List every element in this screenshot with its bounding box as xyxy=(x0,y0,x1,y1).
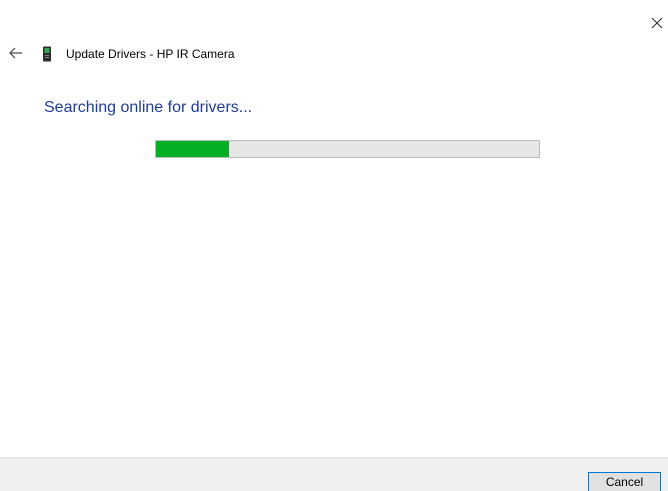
footer-bar: Cancel xyxy=(0,457,668,491)
window-title: Update Drivers - HP IR Camera xyxy=(66,47,235,61)
back-arrow-icon xyxy=(9,47,22,59)
camera-device-icon xyxy=(43,46,51,62)
back-button[interactable] xyxy=(8,45,24,61)
status-heading: Searching online for drivers... xyxy=(44,99,253,116)
cancel-button[interactable]: Cancel xyxy=(588,472,661,491)
close-icon xyxy=(651,17,663,29)
progress-bar xyxy=(155,140,540,158)
close-button[interactable] xyxy=(650,16,664,30)
progress-bar-fill xyxy=(156,141,229,157)
update-drivers-window: Update Drivers - HP IR Camera Searching … xyxy=(0,0,668,491)
title-bar: Update Drivers - HP IR Camera xyxy=(42,45,235,63)
